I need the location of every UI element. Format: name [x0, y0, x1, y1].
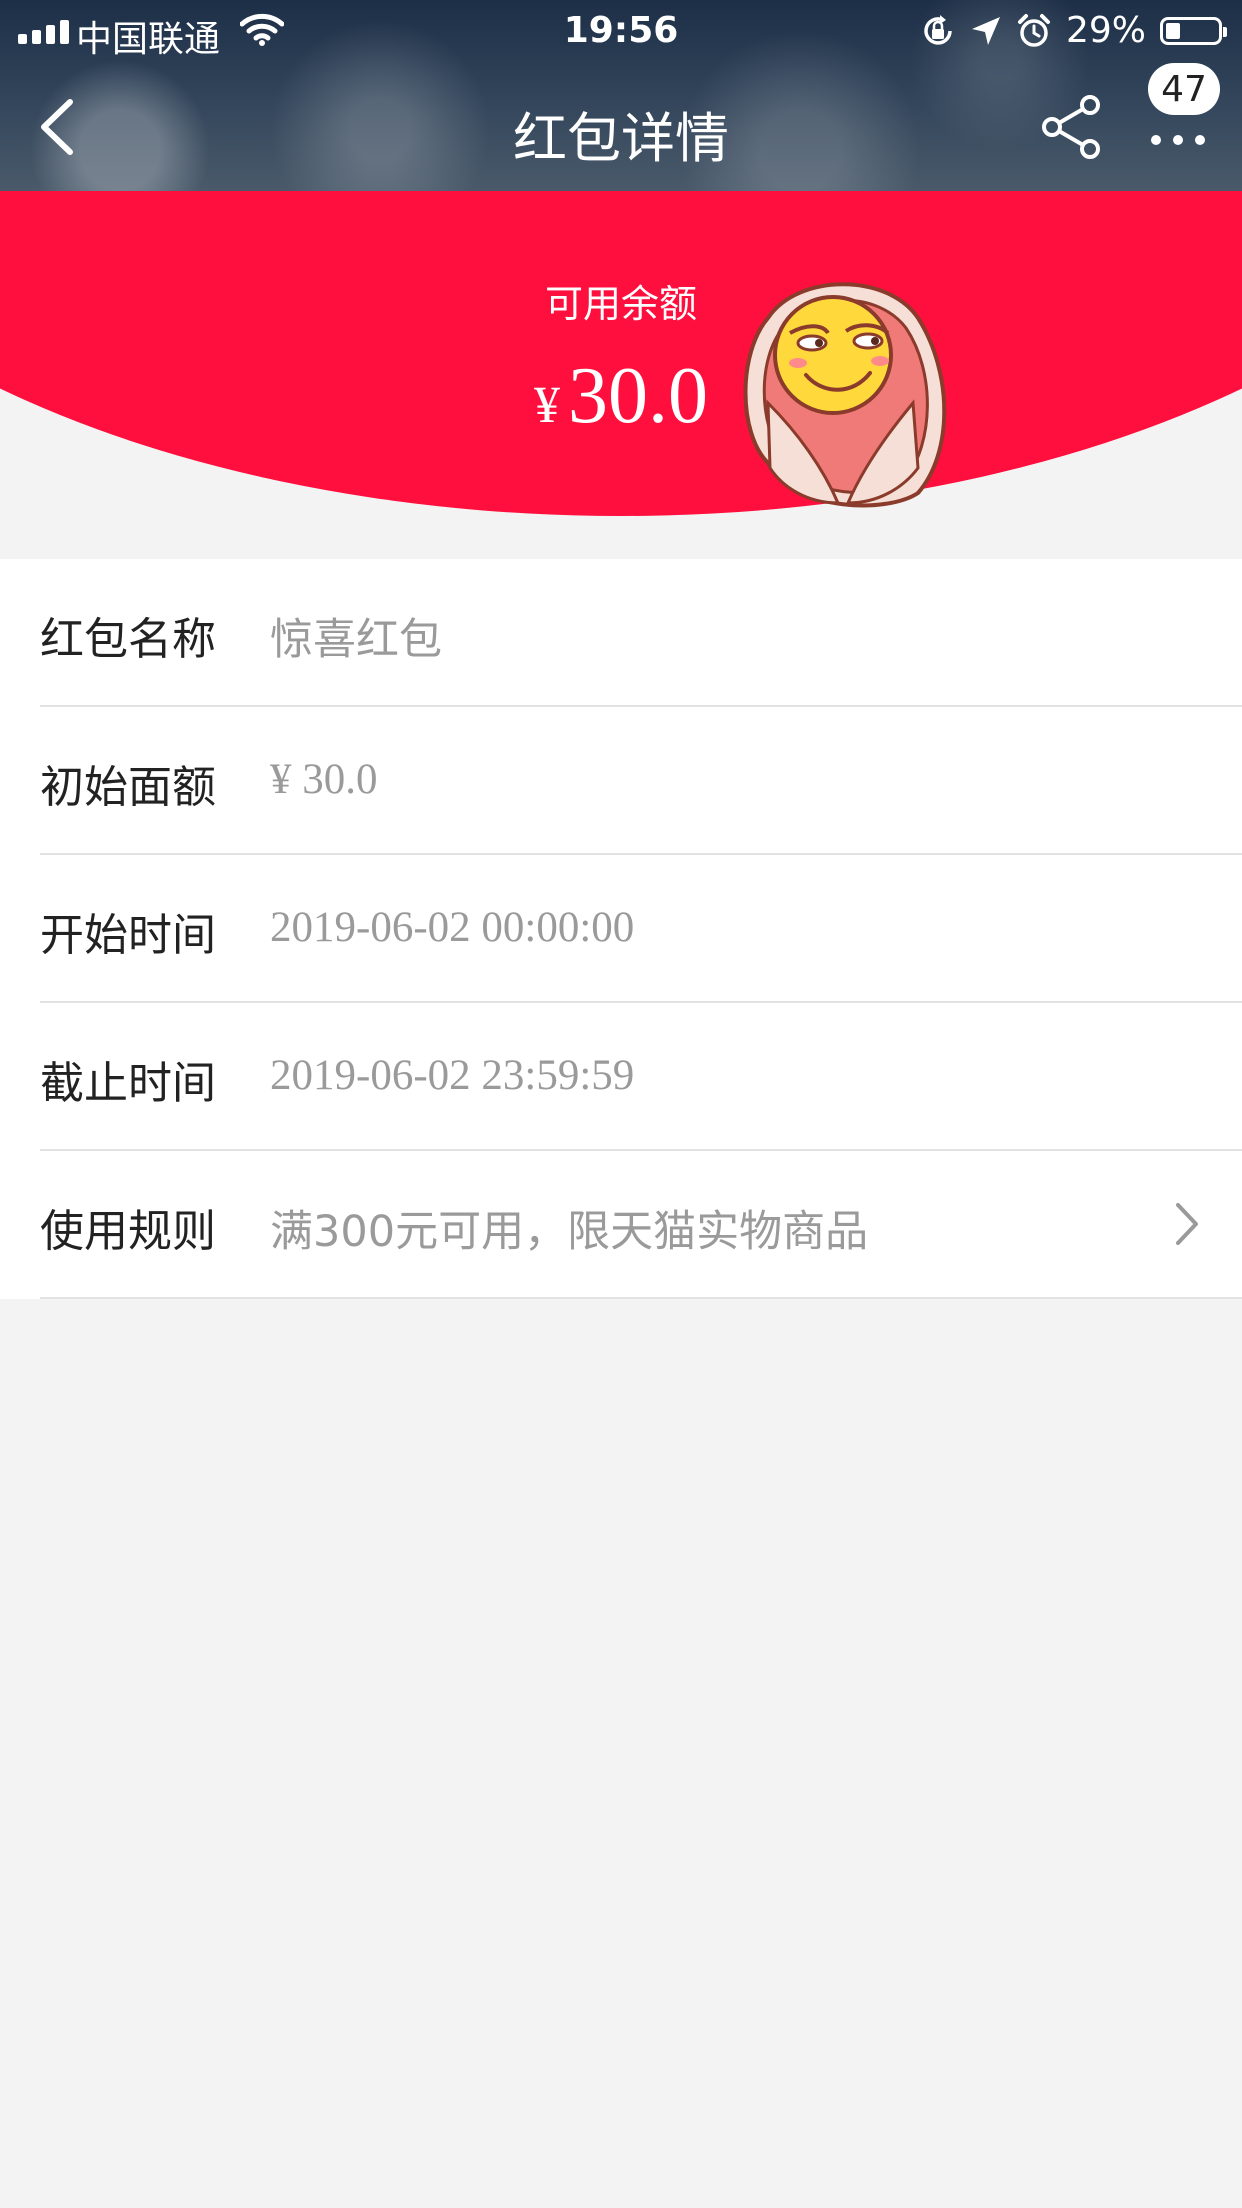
navigation-bar: 红包详情	[0, 62, 1242, 191]
row-label: 使用规则	[40, 1206, 216, 1257]
balance-label: 可用余额	[544, 282, 697, 326]
row-value: 满300元可用，限天猫实物商品	[270, 1207, 869, 1257]
row-value: 2019-06-02 23:59:59	[270, 1052, 635, 1099]
row-label: 开始时间	[40, 910, 216, 961]
row-divider	[40, 1297, 1242, 1299]
battery-icon	[1160, 16, 1227, 45]
row-value: 惊喜红包	[270, 615, 442, 665]
currency-symbol: ¥	[534, 377, 560, 434]
share-icon[interactable]	[1038, 92, 1108, 162]
detail-row-name: 红包名称 惊喜红包	[0, 559, 1242, 707]
status-right-group: 29%	[920, 10, 1227, 51]
row-label: 截止时间	[40, 1058, 216, 1109]
blanket-emoji-mascot	[743, 282, 947, 508]
status-bar: 中国联通 19:56 29%	[0, 0, 1242, 62]
battery-percent: 29%	[1065, 10, 1146, 51]
top-header: 中国联通 19:56 29% 红包详情 47	[0, 0, 1242, 191]
more-icon[interactable]	[1148, 112, 1208, 152]
balance-banner: 可用余额 ¥30.0	[0, 191, 1242, 559]
orientation-lock-icon	[924, 14, 952, 45]
detail-row-start-time: 开始时间 2019-06-02 00:00:00	[0, 855, 1242, 1003]
detail-row-initial-amount: 初始面额 ¥ 30.0	[0, 707, 1242, 855]
chevron-right-icon[interactable]	[1172, 1199, 1202, 1249]
alarm-icon	[1017, 13, 1050, 47]
row-label: 红包名称	[40, 614, 216, 665]
balance-amount: ¥30.0	[0, 351, 1242, 442]
row-value: ¥ 30.0	[270, 756, 378, 803]
row-value: 2019-06-02 00:00:00	[270, 904, 635, 951]
detail-row-usage-rules[interactable]: 使用规则 满300元可用，限天猫实物商品	[0, 1151, 1242, 1299]
message-count-badge[interactable]: 47	[1148, 63, 1220, 115]
location-arrow-icon	[971, 16, 1000, 45]
red-packet-details-list: 红包名称 惊喜红包 初始面额 ¥ 30.0 开始时间 2019-06-02 00…	[0, 559, 1242, 1299]
detail-row-end-time: 截止时间 2019-06-02 23:59:59	[0, 1003, 1242, 1151]
balance-value: 30.0	[568, 352, 708, 440]
row-label: 初始面额	[40, 762, 216, 813]
